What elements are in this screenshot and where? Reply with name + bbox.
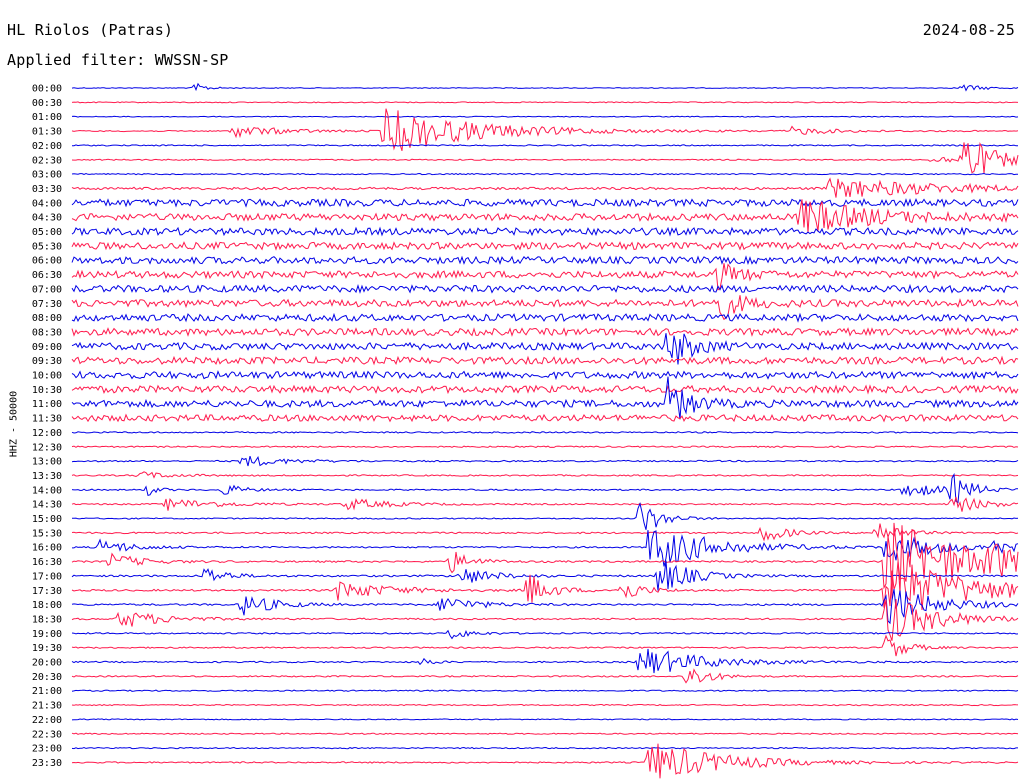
time-tick-label: 11:00 xyxy=(32,399,62,410)
trace-line xyxy=(71,101,1019,104)
trace-line xyxy=(71,455,1019,467)
time-tick-label: 14:00 xyxy=(32,485,62,496)
time-tick-label: 04:30 xyxy=(32,213,62,224)
trace-line xyxy=(71,746,1018,750)
trace-line xyxy=(71,333,1019,365)
time-tick-label: 21:00 xyxy=(32,686,62,697)
trace-line xyxy=(71,560,1019,591)
time-tick-label: 14:30 xyxy=(32,500,62,511)
trace-line xyxy=(71,142,1019,174)
trace-line xyxy=(71,355,1019,366)
trace-line xyxy=(71,523,1019,542)
time-tick-label: 21:30 xyxy=(32,701,62,712)
seismogram-plot: 00:00 00:30 01:00 01:30 02:00 02:30 03:00 03:30… xyxy=(32,82,1019,779)
trace-line xyxy=(71,199,1019,233)
trace-line xyxy=(71,376,1019,420)
trace-line xyxy=(71,108,1019,151)
trace-line xyxy=(71,668,1019,684)
time-tick-label: 06:00 xyxy=(32,256,62,267)
time-tick-label: 05:30 xyxy=(32,241,62,252)
trace-line xyxy=(71,718,1019,721)
time-tick-label: 10:00 xyxy=(32,371,62,382)
time-tick-label: 02:00 xyxy=(32,141,62,152)
trace-line xyxy=(71,115,1019,118)
time-tick-label: 18:00 xyxy=(32,600,62,611)
time-tick-label: 19:30 xyxy=(32,643,62,654)
trace-line xyxy=(71,413,1019,423)
trace-line xyxy=(71,629,1019,640)
time-tick-label: 11:30 xyxy=(32,414,62,425)
trace-line xyxy=(71,295,1019,321)
time-tick-label: 13:30 xyxy=(32,471,62,482)
trace-line xyxy=(72,501,1019,530)
trace-line xyxy=(71,496,1019,512)
trace-line xyxy=(71,634,1019,657)
trace-line xyxy=(71,522,1019,600)
time-tick-label: 03:00 xyxy=(32,170,62,181)
trace-line xyxy=(71,561,1019,611)
seismic-traces xyxy=(71,82,1019,779)
trace-line xyxy=(71,226,1019,237)
time-tick-label: 03:30 xyxy=(32,184,62,195)
trace-line xyxy=(71,703,1019,707)
trace-line xyxy=(71,732,1019,735)
time-tick-label: 22:00 xyxy=(32,715,62,726)
time-tick-label: 23:30 xyxy=(32,758,62,769)
trace-line xyxy=(71,589,1019,625)
time-tick-label: 02:30 xyxy=(32,155,62,166)
time-tick-labels: 00:00 00:30 01:00 01:30 02:00 02:30 03:00 03:30… xyxy=(32,84,62,769)
time-tick-label: 08:30 xyxy=(32,327,62,338)
trace-line xyxy=(71,648,1019,674)
trace-line xyxy=(71,144,1019,147)
trace-line xyxy=(71,472,1018,504)
trace-line xyxy=(71,445,1019,448)
time-tick-label: 22:30 xyxy=(32,729,62,740)
time-tick-label: 16:00 xyxy=(32,543,62,554)
time-tick-label: 17:00 xyxy=(32,571,62,582)
time-tick-label: 16:30 xyxy=(32,557,62,568)
time-tick-label: 19:00 xyxy=(32,629,62,640)
time-tick-label: 20:30 xyxy=(32,672,62,683)
time-tick-label: 08:00 xyxy=(32,313,62,324)
time-tick-label: 18:30 xyxy=(32,614,62,625)
time-tick-label: 13:00 xyxy=(32,457,62,468)
time-tick-label: 09:00 xyxy=(32,342,62,353)
trace-line xyxy=(71,431,1019,434)
time-tick-label: 23:00 xyxy=(32,744,62,755)
time-tick-label: 17:30 xyxy=(32,586,62,597)
time-tick-label: 10:30 xyxy=(32,385,62,396)
trace-line xyxy=(71,82,1019,92)
time-tick-label: 01:30 xyxy=(32,127,62,138)
time-tick-label: 06:30 xyxy=(32,270,62,281)
trace-line xyxy=(71,255,1019,265)
trace-line xyxy=(71,172,1019,176)
time-tick-label: 09:30 xyxy=(32,356,62,367)
time-tick-label: 15:00 xyxy=(32,514,62,525)
time-tick-label: 00:30 xyxy=(32,98,62,109)
trace-line xyxy=(71,689,1019,692)
trace-line xyxy=(71,177,1019,198)
trace-line xyxy=(71,241,1019,251)
trace-line xyxy=(71,370,1019,381)
time-tick-label: 07:30 xyxy=(32,299,62,310)
trace-line xyxy=(71,471,1019,479)
trace-line xyxy=(71,197,1019,208)
trace-line xyxy=(71,283,1019,294)
trace-line xyxy=(71,327,1019,337)
time-tick-label: 15:30 xyxy=(32,528,62,539)
time-tick-label: 05:00 xyxy=(32,227,62,238)
time-tick-label: 01:00 xyxy=(32,112,62,123)
time-tick-label: 12:00 xyxy=(32,428,62,439)
trace-line xyxy=(71,312,1019,323)
time-tick-label: 20:00 xyxy=(32,658,62,669)
time-tick-label: 00:00 xyxy=(32,84,62,95)
time-tick-label: 12:30 xyxy=(32,442,62,453)
time-tick-label: 07:00 xyxy=(32,284,62,295)
trace-line xyxy=(71,384,1019,395)
time-tick-label: 04:00 xyxy=(32,198,62,209)
